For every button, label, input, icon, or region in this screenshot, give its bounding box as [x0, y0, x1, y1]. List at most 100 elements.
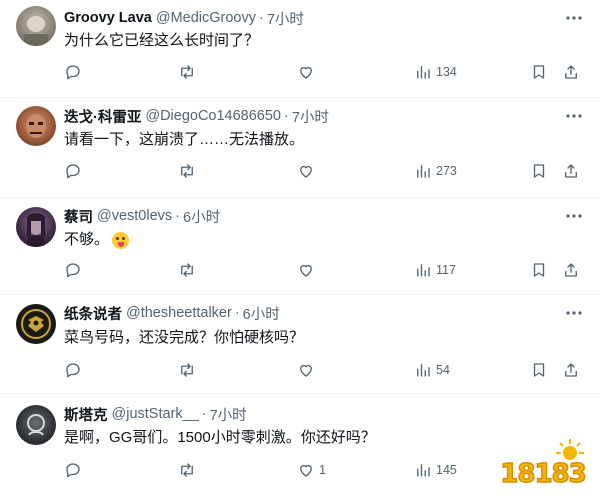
bookmark-button[interactable]	[530, 161, 548, 181]
tweet-header: 蔡司 @vest0levs · 6小时	[64, 206, 220, 226]
like-button[interactable]	[297, 360, 319, 380]
share-button[interactable]	[562, 161, 580, 181]
heart-icon	[300, 165, 312, 178]
share-button[interactable]	[562, 360, 580, 380]
avatar[interactable]	[16, 207, 56, 247]
reply-icon	[66, 65, 80, 80]
retweet-icon	[181, 164, 193, 178]
bookmark-button[interactable]	[530, 62, 548, 82]
retweet-button[interactable]	[178, 260, 200, 280]
display-name[interactable]: 斯塔克	[64, 404, 108, 425]
like-button[interactable]	[297, 62, 319, 82]
like-button[interactable]	[297, 260, 319, 280]
watermark-text: 18183	[500, 458, 588, 490]
winking-tongue-emoji-icon	[112, 231, 130, 249]
heart-icon	[300, 464, 312, 477]
tweet-text: 是啊，GG哥们。1500小时零刺激。你还好吗？	[64, 429, 376, 446]
display-name[interactable]: 蔡司	[64, 206, 93, 227]
user-handle[interactable]: @MedicGroovy	[156, 10, 256, 26]
views-chart-icon	[417, 364, 430, 377]
views-button[interactable]: 54	[414, 360, 450, 380]
more-options-icon[interactable]	[564, 106, 584, 126]
view-count: 273	[436, 164, 457, 178]
reply-icon	[66, 463, 80, 478]
tweet[interactable]: 纸条说者 @thesheettalker · 6小时 菜鸟号码，还没完成？你怕硬…	[0, 295, 600, 394]
action-bar: 134	[0, 62, 600, 82]
reply-button[interactable]	[64, 161, 86, 181]
avatar-emblem-icon	[21, 309, 51, 339]
views-button[interactable]: 134	[414, 62, 457, 82]
view-count: 54	[436, 363, 450, 377]
share-button[interactable]	[562, 62, 580, 82]
avatar-photo-icon	[26, 213, 46, 247]
reply-button[interactable]	[64, 460, 86, 480]
reply-button[interactable]	[64, 360, 86, 380]
user-handle[interactable]: @thesheettalker	[126, 305, 232, 321]
avatar[interactable]	[16, 405, 56, 445]
tweet-header: Groovy Lava @MedicGroovy · 7小时	[64, 8, 304, 28]
reply-button[interactable]	[64, 62, 86, 82]
display-name[interactable]: 迭戈·科雷亚	[64, 106, 141, 127]
avatar[interactable]	[16, 304, 56, 344]
tweet-header: 纸条说者 @thesheettalker · 6小时	[64, 303, 280, 323]
retweet-icon	[181, 65, 193, 79]
tweet-text: 不够。	[64, 230, 130, 250]
views-button[interactable]: 117	[414, 260, 456, 280]
display-name[interactable]: Groovy Lava	[64, 10, 152, 26]
separator-dot: ·	[201, 406, 207, 422]
watermark-logo: 18183	[494, 431, 592, 493]
like-button[interactable]	[297, 161, 319, 181]
reply-icon	[66, 164, 80, 179]
timestamp[interactable]: 7小时	[292, 106, 329, 127]
tweet[interactable]: 蔡司 @vest0levs · 6小时 不够。 117	[0, 198, 600, 295]
views-chart-icon	[417, 165, 430, 178]
action-bar: 273	[0, 161, 600, 181]
view-count: 134	[436, 65, 457, 79]
user-handle[interactable]: @justStark__	[112, 406, 199, 422]
retweet-button[interactable]	[178, 460, 200, 480]
avatar-photo-icon	[26, 114, 46, 138]
bookmark-button[interactable]	[530, 260, 548, 280]
tweet-text: 为什么它已经这么长时间了？	[64, 32, 260, 49]
tweet[interactable]: Groovy Lava @MedicGroovy · 7小时 为什么它已经这么长…	[0, 0, 600, 98]
avatar[interactable]	[16, 106, 56, 146]
like-button[interactable]: 1	[297, 460, 326, 480]
separator-dot: ·	[234, 305, 240, 321]
bookmark-button[interactable]	[530, 360, 548, 380]
reply-icon	[66, 363, 80, 378]
share-icon	[565, 65, 577, 79]
views-chart-icon	[417, 264, 430, 277]
retweet-button[interactable]	[178, 161, 200, 181]
avatar[interactable]	[16, 6, 56, 46]
view-count: 145	[436, 463, 457, 477]
avatar-photo-icon	[27, 414, 45, 436]
views-button[interactable]: 145	[414, 460, 457, 480]
reply-icon	[66, 263, 80, 278]
more-options-icon[interactable]	[564, 206, 584, 226]
tweet[interactable]: 迭戈·科雷亚 @DiegoCo14686650 · 7小时 请看一下，这崩溃了……	[0, 98, 600, 198]
view-count: 117	[436, 263, 456, 277]
reply-feed: Groovy Lava @MedicGroovy · 7小时 为什么它已经这么长…	[0, 0, 600, 499]
views-button[interactable]: 273	[414, 161, 457, 181]
timestamp[interactable]: 6小时	[243, 303, 280, 324]
share-icon	[565, 164, 577, 178]
timestamp[interactable]: 6小时	[183, 206, 220, 227]
more-options-icon[interactable]	[564, 303, 584, 323]
retweet-icon	[181, 263, 193, 277]
retweet-icon	[181, 463, 193, 477]
more-options-icon[interactable]	[564, 8, 584, 28]
heart-icon	[300, 364, 312, 377]
user-handle[interactable]: @DiegoCo14686650	[145, 108, 281, 124]
retweet-button[interactable]	[178, 360, 200, 380]
share-button[interactable]	[562, 260, 580, 280]
retweet-icon	[181, 363, 193, 377]
user-handle[interactable]: @vest0levs	[97, 208, 172, 224]
retweet-button[interactable]	[178, 62, 200, 82]
reply-button[interactable]	[64, 260, 86, 280]
share-icon	[565, 363, 577, 377]
display-name[interactable]: 纸条说者	[64, 303, 122, 324]
timestamp[interactable]: 7小时	[267, 8, 304, 29]
views-chart-icon	[417, 66, 430, 79]
timestamp[interactable]: 7小时	[210, 404, 247, 425]
bookmark-icon	[533, 363, 545, 377]
